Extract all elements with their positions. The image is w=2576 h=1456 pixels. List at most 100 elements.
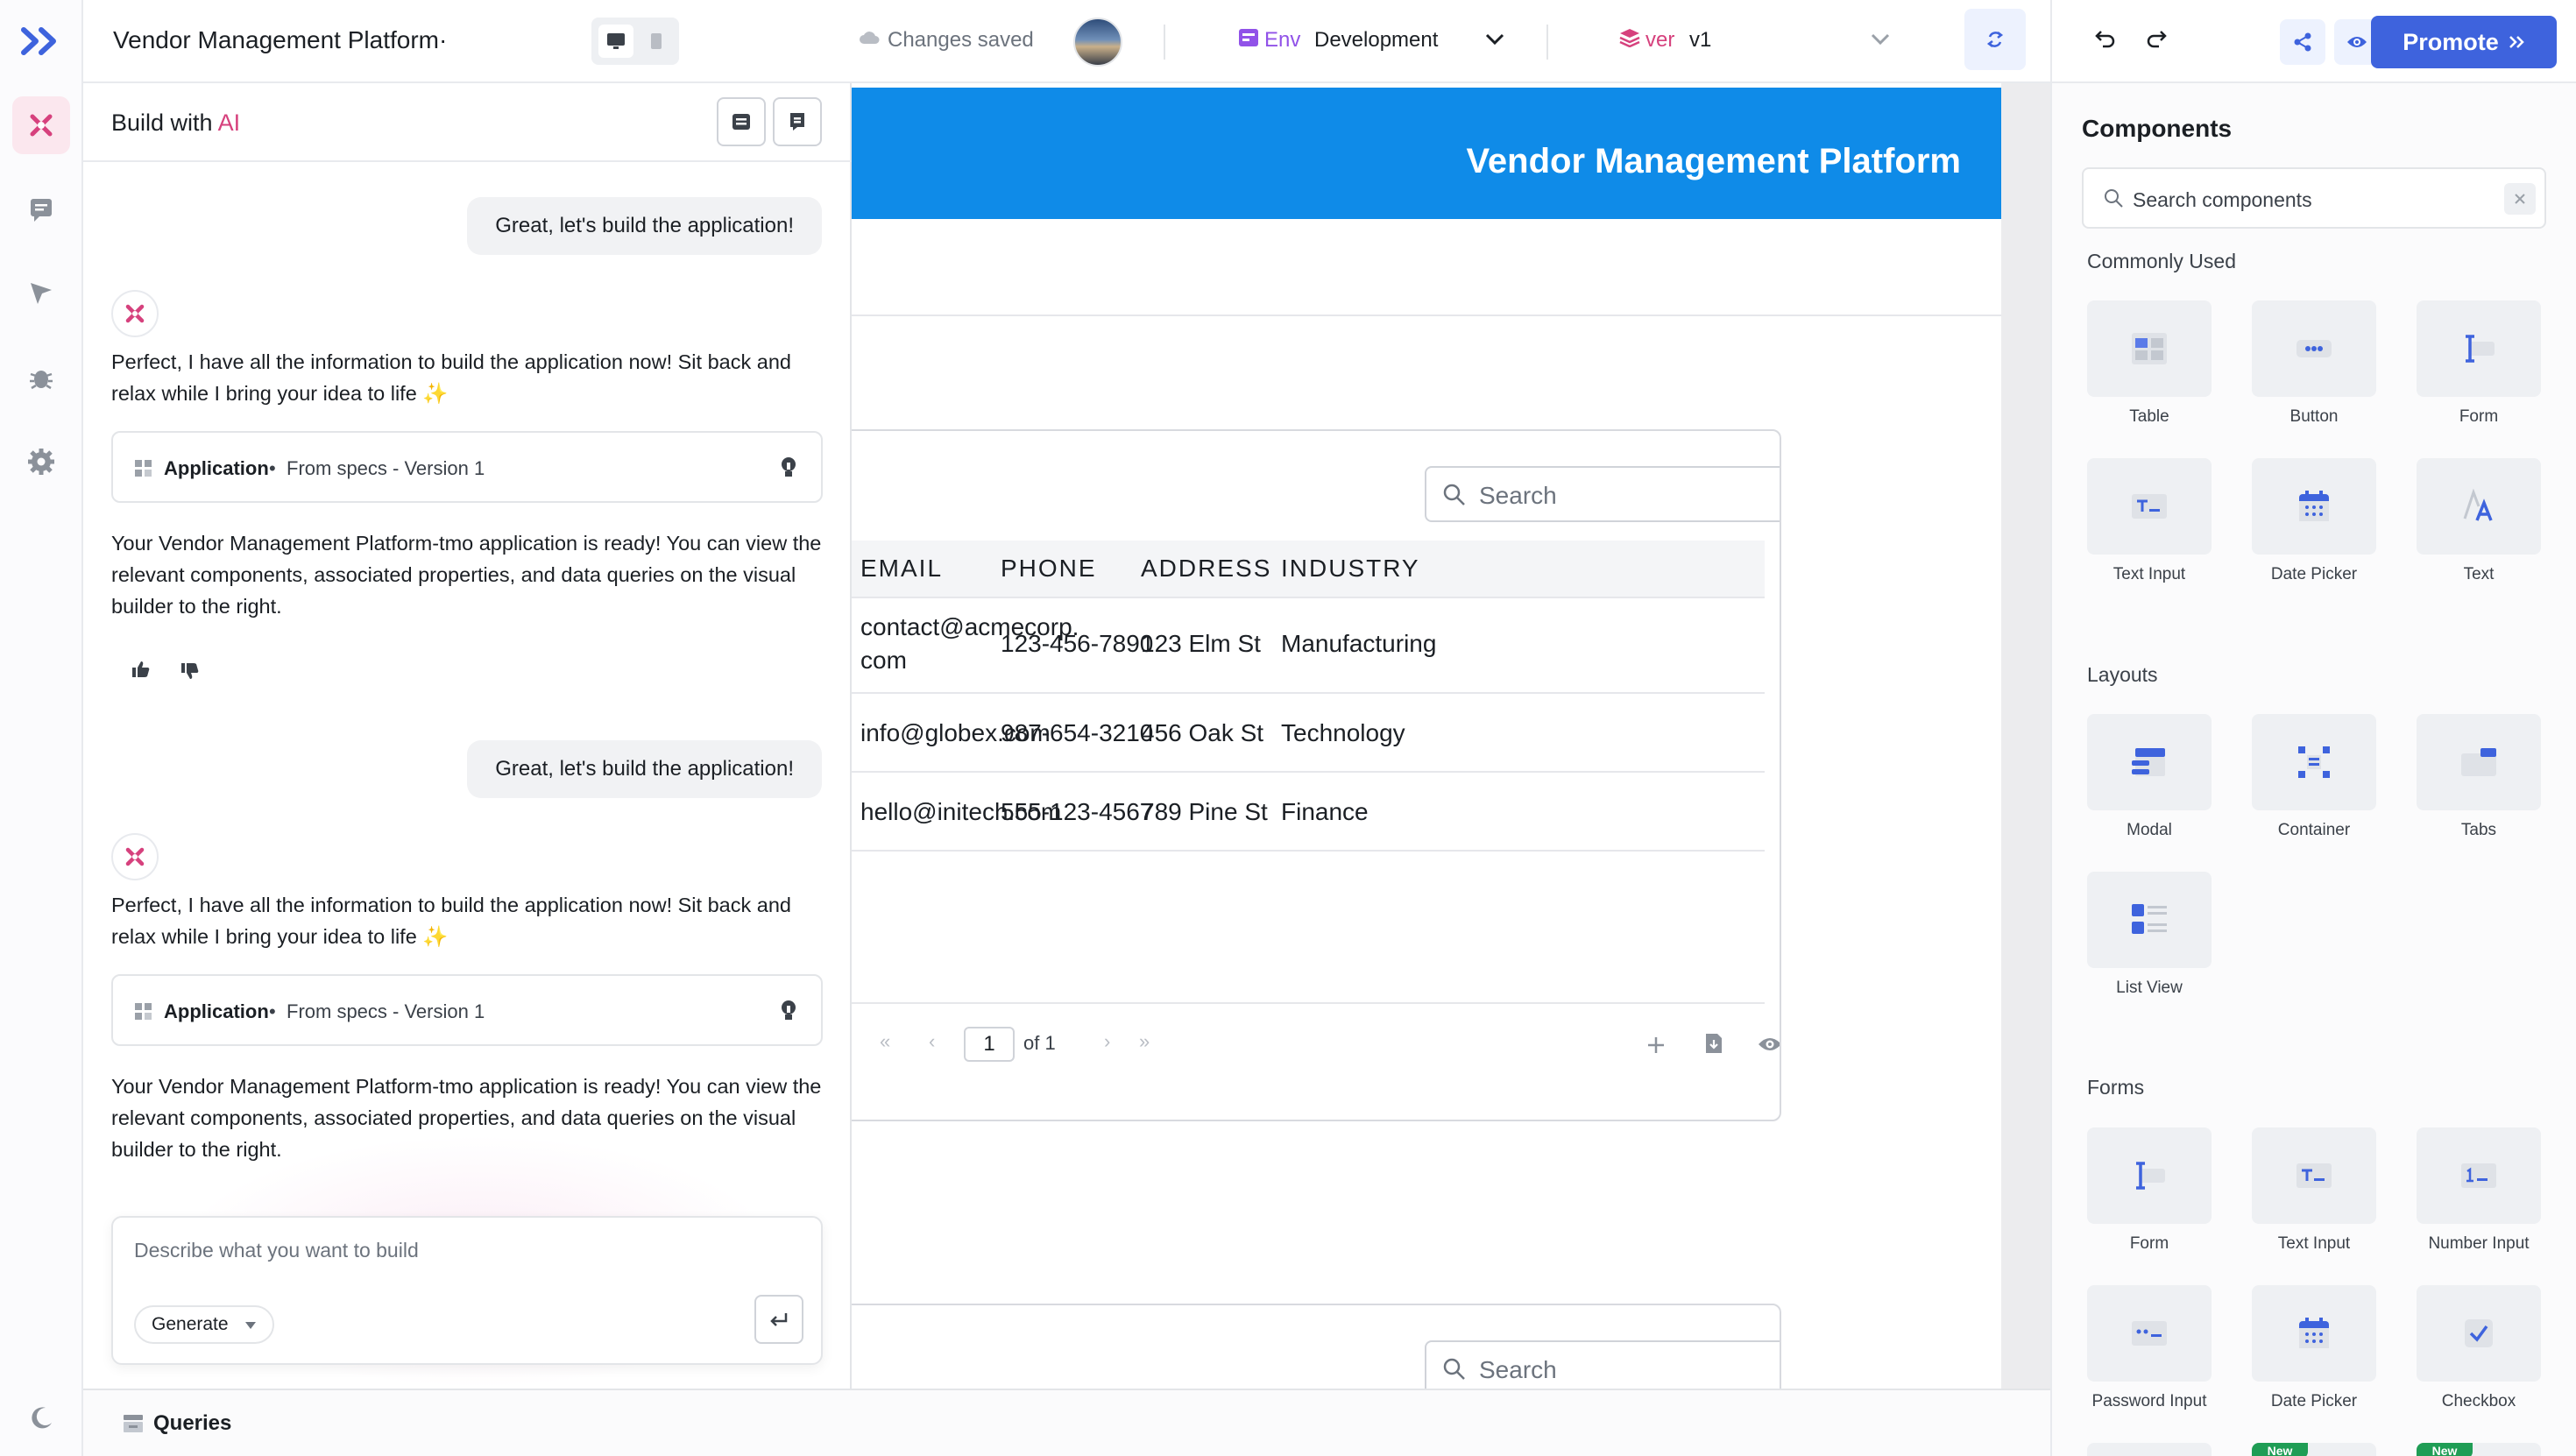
components-panel: Components Search components Commonly Us… bbox=[2050, 83, 2576, 1456]
env-select[interactable]: Development bbox=[1314, 28, 1438, 53]
vendor-table[interactable]: Search EMAIL PHONE ADDRESS INDUSTRY cont… bbox=[852, 429, 1781, 1121]
env-icon bbox=[1238, 28, 1259, 47]
component-tile[interactable]: New bbox=[2252, 1443, 2376, 1456]
mobile-view-icon[interactable] bbox=[639, 25, 674, 58]
prompt-input[interactable]: Describe what you want to build bbox=[134, 1239, 419, 1262]
table-cell-industry[interactable]: Technology bbox=[1281, 717, 1405, 750]
component-list-view-icon[interactable] bbox=[2087, 872, 2212, 968]
user-message: Great, let's build the application! bbox=[467, 197, 822, 255]
component-search-input[interactable]: Search components bbox=[2082, 167, 2546, 229]
sync-icon[interactable] bbox=[1964, 9, 2026, 70]
column-header-industry[interactable]: INDUSTRY bbox=[1281, 555, 1420, 583]
component-date-picker-icon[interactable] bbox=[2252, 1285, 2376, 1382]
new-chat-icon[interactable] bbox=[773, 97, 822, 146]
table-cell-phone[interactable]: 123-456-7890 bbox=[1001, 627, 1153, 661]
column-header-email[interactable]: EMAIL bbox=[860, 555, 943, 583]
share-icon[interactable] bbox=[2280, 19, 2325, 65]
app-grid-icon bbox=[134, 459, 153, 478]
app-header[interactable]: Vendor Management Platform bbox=[852, 88, 2001, 219]
component-tile[interactable]: New bbox=[2417, 1443, 2541, 1456]
component-tabs-icon[interactable] bbox=[2417, 714, 2541, 810]
generate-dropdown[interactable]: Generate bbox=[134, 1305, 274, 1344]
lightbulb-icon[interactable] bbox=[779, 456, 798, 480]
last-page-icon[interactable]: » bbox=[1139, 1030, 1150, 1053]
table-cell-industry[interactable]: Finance bbox=[1281, 795, 1369, 829]
add-row-plus-icon[interactable] bbox=[1646, 1035, 1666, 1055]
queries-toggle[interactable]: Queries bbox=[153, 1411, 231, 1436]
component-checkbox-icon[interactable] bbox=[2417, 1285, 2541, 1382]
app-name[interactable]: Vendor Management Platform· bbox=[113, 26, 447, 54]
spec-card-bullet: • bbox=[269, 457, 276, 479]
send-enter-icon[interactable] bbox=[754, 1295, 803, 1344]
thumbs-up-icon[interactable] bbox=[131, 660, 152, 679]
table-search-input[interactable]: Search bbox=[1425, 1340, 1780, 1389]
ai-avatar-icon bbox=[111, 833, 159, 880]
table-cell-address[interactable]: 123 Elm St bbox=[1141, 627, 1261, 661]
inspector-icon[interactable] bbox=[12, 265, 70, 322]
thumbs-down-icon[interactable] bbox=[180, 661, 201, 681]
table-cell-address[interactable]: 456 Oak St bbox=[1141, 717, 1263, 750]
ai-message: Your Vendor Management Platform-tmo appl… bbox=[111, 532, 822, 618]
pages-icon[interactable] bbox=[12, 180, 70, 238]
component-button-icon[interactable] bbox=[2252, 300, 2376, 397]
column-visibility-eye-icon[interactable] bbox=[1758, 1035, 1780, 1053]
component-tile[interactable] bbox=[2087, 1443, 2212, 1456]
page-total: of 1 bbox=[1023, 1032, 1056, 1054]
spec-card[interactable]: Application • From specs - Version 1 bbox=[111, 974, 823, 1046]
component-text-icon[interactable] bbox=[2417, 458, 2541, 555]
component-form-icon[interactable] bbox=[2087, 1127, 2212, 1224]
ai-message: Perfect, I have all the information to b… bbox=[111, 894, 791, 948]
component-container-icon[interactable] bbox=[2252, 714, 2376, 810]
debugger-bug-icon[interactable] bbox=[12, 349, 70, 406]
component-modal-icon[interactable] bbox=[2087, 714, 2212, 810]
table-search-input[interactable]: Search bbox=[1425, 466, 1780, 522]
undo-icon[interactable] bbox=[2094, 28, 2117, 49]
component-form-icon[interactable] bbox=[2417, 300, 2541, 397]
lightbulb-icon[interactable] bbox=[779, 999, 798, 1023]
app-logo-icon[interactable] bbox=[12, 12, 70, 70]
user-avatar[interactable] bbox=[1073, 18, 1122, 67]
component-text-input-icon[interactable] bbox=[2087, 458, 2212, 555]
page-number-input[interactable]: 1 bbox=[964, 1027, 1015, 1062]
component-text-input-icon[interactable] bbox=[2252, 1127, 2376, 1224]
table-cell-email-wrap[interactable]: com bbox=[860, 644, 907, 677]
table-cell-address[interactable]: 789 Pine St bbox=[1141, 795, 1268, 829]
component-number-input-icon[interactable] bbox=[2417, 1127, 2541, 1224]
table-cell-industry[interactable]: Manufacturing bbox=[1281, 627, 1436, 661]
ai-builder-icon[interactable] bbox=[12, 96, 70, 154]
top-bar: Vendor Management Platform· Changes save… bbox=[83, 0, 2050, 83]
column-header-phone[interactable]: PHONE bbox=[1001, 555, 1097, 583]
desktop-view-icon[interactable] bbox=[598, 25, 633, 58]
redo-icon[interactable] bbox=[2145, 28, 2168, 49]
version-select[interactable]: v1 bbox=[1689, 28, 1711, 53]
env-chevron-down-icon[interactable] bbox=[1485, 33, 1504, 46]
settings-gear-icon[interactable] bbox=[12, 433, 70, 491]
component-label: Password Input bbox=[2091, 1392, 2207, 1410]
spec-card[interactable]: Application • From specs - Version 1 bbox=[111, 431, 823, 503]
component-password-input-icon[interactable] bbox=[2087, 1285, 2212, 1382]
search-placeholder: Search bbox=[1479, 482, 1557, 509]
prompt-input-box[interactable]: Describe what you want to build Generate bbox=[111, 1216, 823, 1365]
second-table[interactable]: Search bbox=[852, 1304, 1781, 1389]
version-chevron-down-icon[interactable] bbox=[1871, 33, 1890, 46]
next-page-icon[interactable]: › bbox=[1104, 1030, 1110, 1053]
first-page-icon[interactable]: « bbox=[880, 1030, 890, 1053]
user-message: Great, let's build the application! bbox=[467, 740, 822, 798]
history-icon[interactable] bbox=[717, 97, 766, 146]
component-date-picker-icon[interactable] bbox=[2252, 458, 2376, 555]
dark-mode-moon-icon[interactable] bbox=[12, 1389, 70, 1447]
promote-button[interactable]: Promote bbox=[2371, 16, 2557, 68]
divider bbox=[852, 771, 1765, 773]
prev-page-icon[interactable]: ‹ bbox=[929, 1030, 935, 1053]
search-placeholder: Search components bbox=[2133, 188, 2312, 211]
table-cell-phone[interactable]: 555-123-4567 bbox=[1001, 795, 1153, 829]
table-cell-phone[interactable]: 987-654-3210 bbox=[1001, 717, 1153, 750]
clear-search-close-icon[interactable] bbox=[2504, 183, 2536, 215]
component-table-icon[interactable] bbox=[2087, 300, 2212, 397]
download-icon[interactable] bbox=[1703, 1032, 1724, 1055]
left-rail bbox=[0, 0, 83, 1456]
cloud-saved-icon bbox=[859, 30, 880, 46]
ai-chat-panel: Build with AI Great, let's build the app… bbox=[83, 83, 852, 1389]
column-header-address[interactable]: ADDRESS bbox=[1141, 555, 1271, 583]
promote-label: Promote bbox=[2403, 28, 2499, 55]
